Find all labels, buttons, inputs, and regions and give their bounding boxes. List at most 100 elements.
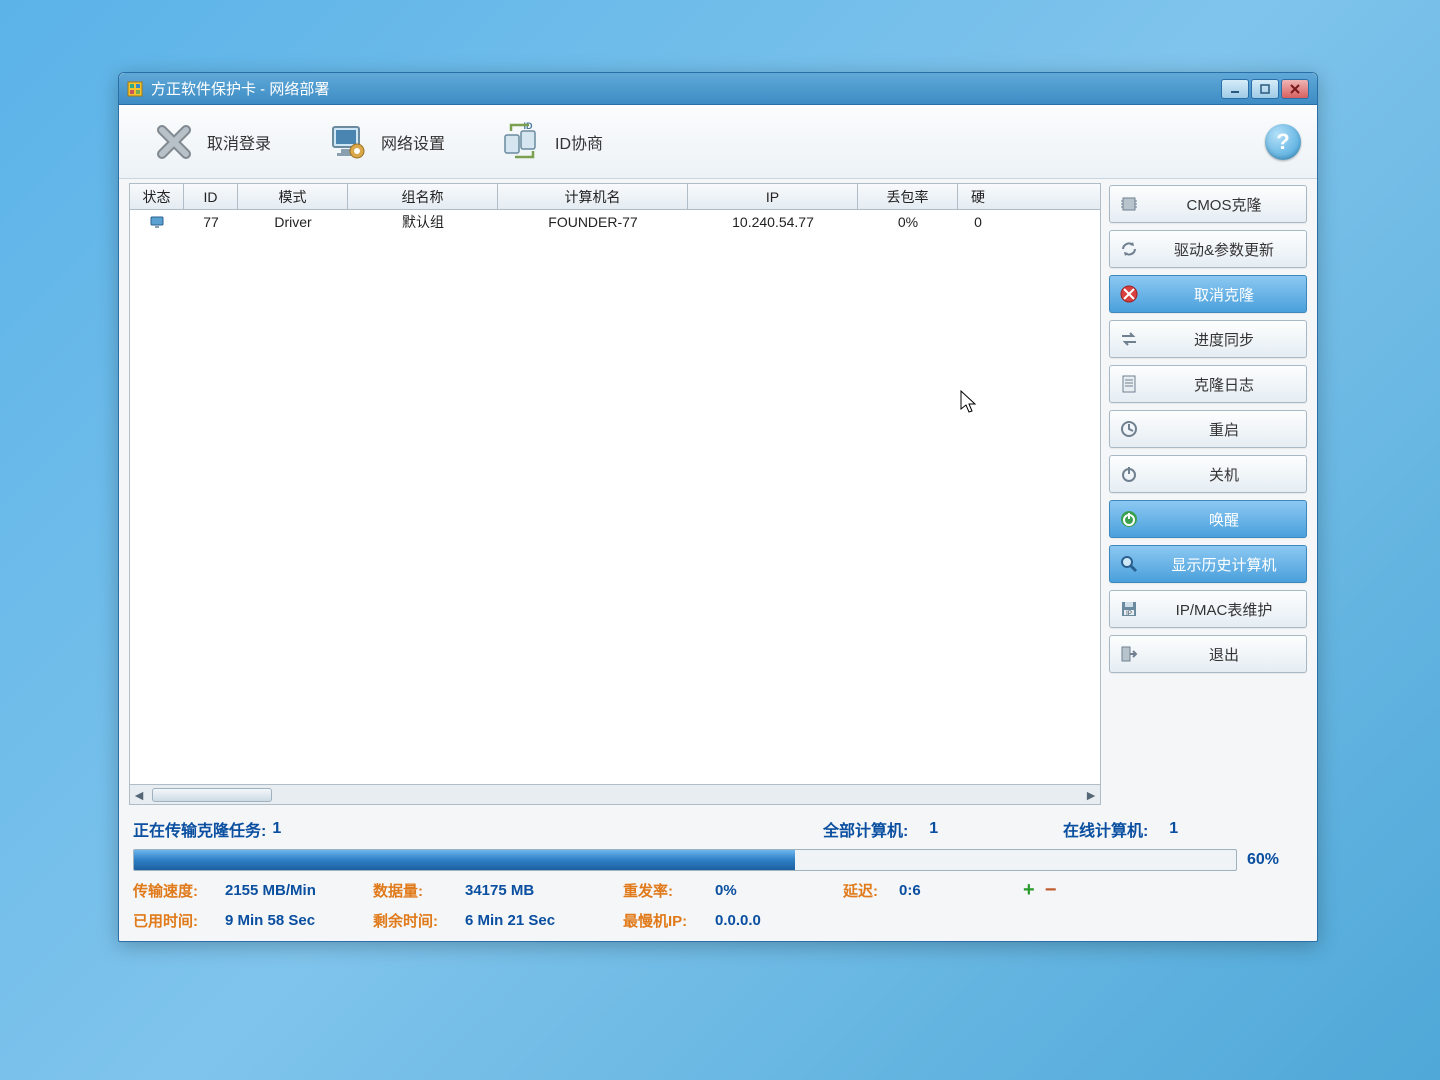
- col-status[interactable]: 状态: [130, 184, 184, 209]
- clone-log-button[interactable]: 克隆日志: [1109, 365, 1307, 403]
- stat-elapsed: 已用时间:9 Min 58 Sec: [133, 910, 373, 931]
- row-group: 默认组: [348, 212, 498, 232]
- row-computer: FOUNDER-77: [498, 214, 688, 230]
- scroll-right-icon[interactable]: ►: [1082, 786, 1100, 804]
- titlebar: 方正软件保护卡 - 网络部署: [119, 73, 1317, 105]
- minimize-button[interactable]: [1221, 79, 1249, 99]
- table-header: 状态 ID 模式 组名称 计算机名 IP 丢包率 硬: [130, 184, 1100, 210]
- col-last[interactable]: 硬: [958, 184, 998, 209]
- window-controls: [1221, 79, 1309, 99]
- row-loss: 0%: [858, 214, 958, 230]
- progress-bar: [133, 849, 1237, 871]
- cmos-clone-button[interactable]: CMOS克隆: [1109, 185, 1307, 223]
- x-icon: [153, 121, 195, 163]
- close-button[interactable]: [1281, 79, 1309, 99]
- driver-param-update-button[interactable]: 驱动&参数更新: [1109, 230, 1307, 268]
- app-window: 方正软件保护卡 - 网络部署 取消登录 网络设置 ID ID协商 ? 状态 ID…: [118, 72, 1318, 942]
- online-count: 1: [1169, 820, 1178, 838]
- row-id: 77: [184, 214, 238, 230]
- maximize-button[interactable]: [1251, 79, 1279, 99]
- shutdown-button[interactable]: 关机: [1109, 455, 1307, 493]
- search-icon: [1118, 553, 1140, 575]
- status-area: 正在传输克隆任务: 1 全部计算机: 1 在线计算机: 1 60% 传输速度:21…: [119, 811, 1317, 941]
- stop-icon: [1118, 283, 1140, 305]
- row-status-icon: [130, 214, 184, 230]
- col-mode[interactable]: 模式: [238, 184, 348, 209]
- power-on-icon: [1118, 508, 1140, 530]
- clone-log-label: 克隆日志: [1150, 374, 1298, 395]
- row-ip: 10.240.54.77: [688, 214, 858, 230]
- reboot-button[interactable]: 重启: [1109, 410, 1307, 448]
- network-settings-button[interactable]: 网络设置: [309, 115, 463, 169]
- col-group[interactable]: 组名称: [348, 184, 498, 209]
- col-loss[interactable]: 丢包率: [858, 184, 958, 209]
- app-icon: [127, 81, 143, 97]
- table-body[interactable]: 77 Driver 默认组 FOUNDER-77 10.240.54.77 0%…: [130, 210, 1100, 784]
- stat-delay: 延迟:0:6: [843, 879, 1023, 902]
- all-computers: 全部计算机: 1: [823, 817, 1063, 841]
- cmos-clone-label: CMOS克隆: [1150, 194, 1298, 215]
- driver-param-update-label: 驱动&参数更新: [1150, 239, 1298, 260]
- chip-icon: [1118, 193, 1140, 215]
- scroll-left-icon[interactable]: ◄: [130, 786, 148, 804]
- stats-row-1: 传输速度:2155 MB/Min 数据量:34175 MB 重发率:0% 延迟:…: [133, 879, 1303, 902]
- help-button[interactable]: ?: [1265, 124, 1301, 160]
- stat-data: 数据量:34175 MB: [373, 879, 623, 902]
- exit-icon: [1118, 643, 1140, 665]
- task-count: 1: [272, 820, 281, 838]
- online-label: 在线计算机:: [1063, 817, 1148, 841]
- monitor-gear-icon: [327, 121, 369, 163]
- status-summary: 正在传输克隆任务: 1 全部计算机: 1 在线计算机: 1: [133, 817, 1303, 841]
- stat-speed: 传输速度:2155 MB/Min: [133, 879, 373, 902]
- id-negotiate-label: ID协商: [555, 130, 603, 154]
- scroll-thumb[interactable]: [152, 788, 272, 802]
- all-label: 全部计算机:: [823, 817, 908, 841]
- shutdown-label: 关机: [1150, 464, 1298, 485]
- cancel-login-label: 取消登录: [207, 130, 271, 154]
- progress-sync-button[interactable]: 进度同步: [1109, 320, 1307, 358]
- col-ip[interactable]: IP: [688, 184, 858, 209]
- row-mode: Driver: [238, 214, 348, 230]
- delay-minus-button[interactable]: −: [1045, 879, 1057, 902]
- table-row[interactable]: 77 Driver 默认组 FOUNDER-77 10.240.54.77 0%…: [130, 210, 1100, 234]
- id-negotiate-button[interactable]: ID ID协商: [483, 115, 621, 169]
- stats-row-2: 已用时间:9 Min 58 Sec 剩余时间:6 Min 21 Sec 最慢机I…: [133, 910, 1303, 931]
- svg-text:IP: IP: [1126, 611, 1132, 617]
- computer-table: 状态 ID 模式 组名称 计算机名 IP 丢包率 硬 77 Driver 默认组…: [129, 183, 1101, 805]
- stat-retry: 重发率:0%: [623, 879, 843, 902]
- sync-icon: [1118, 328, 1140, 350]
- ip-mac-maintain-button[interactable]: IP IP/MAC表维护: [1109, 590, 1307, 628]
- horizontal-scrollbar[interactable]: ◄ ►: [130, 784, 1100, 804]
- show-history-button[interactable]: 显示历史计算机: [1109, 545, 1307, 583]
- stat-remain: 剩余时间:6 Min 21 Sec: [373, 910, 623, 931]
- progress-fill: [134, 850, 795, 870]
- ip-mac-maintain-label: IP/MAC表维护: [1150, 599, 1298, 620]
- delay-adjust: + −: [1023, 879, 1056, 902]
- cancel-clone-button[interactable]: 取消克隆: [1109, 275, 1307, 313]
- document-icon: [1118, 373, 1140, 395]
- id-card-icon: ID: [501, 121, 543, 163]
- power-off-icon: [1118, 463, 1140, 485]
- progress-row: 60%: [133, 849, 1303, 871]
- cancel-login-button[interactable]: 取消登录: [135, 115, 289, 169]
- floppy-icon: IP: [1118, 598, 1140, 620]
- toolbar: 取消登录 网络设置 ID ID协商 ?: [119, 105, 1317, 179]
- all-count: 1: [929, 820, 938, 838]
- wake-label: 唤醒: [1150, 509, 1298, 530]
- wake-button[interactable]: 唤醒: [1109, 500, 1307, 538]
- row-last: 0: [958, 214, 998, 230]
- progress-percent: 60%: [1247, 851, 1303, 869]
- show-history-label: 显示历史计算机: [1150, 554, 1298, 575]
- exit-label: 退出: [1150, 644, 1298, 665]
- task-label: 正在传输克隆任务:: [133, 817, 266, 841]
- progress-sync-label: 进度同步: [1150, 329, 1298, 350]
- exit-button[interactable]: 退出: [1109, 635, 1307, 673]
- action-panel: CMOS克隆 驱动&参数更新 取消克隆 进度同步 克隆日志 重启: [1109, 183, 1307, 805]
- col-computer[interactable]: 计算机名: [498, 184, 688, 209]
- col-id[interactable]: ID: [184, 184, 238, 209]
- cancel-clone-label: 取消克隆: [1150, 284, 1298, 305]
- window-title: 方正软件保护卡 - 网络部署: [151, 78, 1221, 99]
- reboot-icon: [1118, 418, 1140, 440]
- delay-plus-button[interactable]: +: [1023, 879, 1035, 902]
- refresh-icon: [1118, 238, 1140, 260]
